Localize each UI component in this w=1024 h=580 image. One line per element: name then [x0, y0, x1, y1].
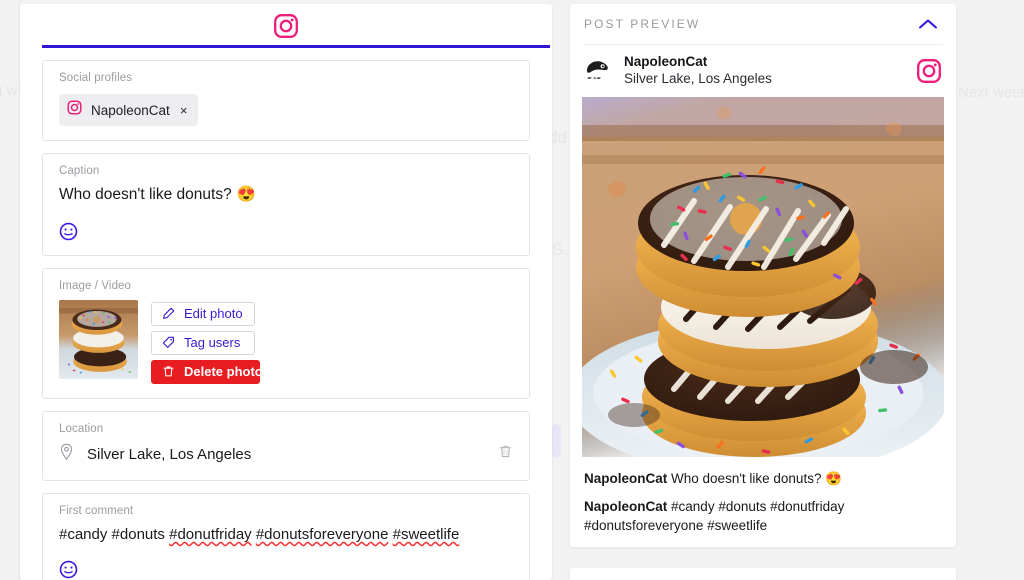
- map-pin-icon: [59, 443, 74, 466]
- social-profiles-field: Social profiles NapoleonCat ×: [42, 60, 530, 141]
- post-preview-panel-secondary: [570, 568, 956, 580]
- location-label: Location: [59, 422, 104, 435]
- edit-photo-label: Edit photo: [184, 306, 243, 322]
- active-tab-underline: [42, 45, 550, 48]
- first-comment-value: #candy #donuts #donutfriday #donutsforev…: [59, 525, 513, 545]
- heart-eyes-emoji: 😍: [236, 186, 257, 203]
- tag-users-label: Tag users: [184, 335, 241, 351]
- preview-caption-text: Who doesn't like donuts? 😍: [671, 470, 843, 486]
- instagram-icon: [67, 100, 82, 120]
- background-text-mid-2: S.: [552, 240, 569, 259]
- location-value: Silver Lake, Los Angeles: [87, 445, 252, 463]
- chevron-up-icon[interactable]: [914, 16, 942, 32]
- hashtag-token: #donutsforeveryone: [255, 525, 389, 543]
- first-comment-label: First comment: [59, 504, 134, 517]
- media-field: Image / Video Edit photo Tag users Delet…: [42, 267, 530, 399]
- caption-value-row[interactable]: Who doesn't like donuts? 😍: [59, 185, 513, 206]
- hashtag-token: #candy: [59, 525, 108, 543]
- emoji-picker-icon[interactable]: [59, 222, 78, 241]
- media-label: Image / Video: [59, 279, 132, 292]
- app-root: g w dd S. Next weeks Social profiles: [0, 0, 1024, 580]
- post-preview-title: POST PREVIEW: [584, 17, 701, 31]
- edit-photo-button[interactable]: Edit photo: [151, 301, 255, 326]
- background-text-right: Next weeks: [958, 84, 1024, 101]
- preview-post-image[interactable]: [582, 96, 944, 457]
- remove-profile-icon[interactable]: ×: [179, 104, 189, 117]
- media-thumbnail[interactable]: [59, 299, 138, 379]
- tag-users-button[interactable]: Tag users: [151, 330, 255, 355]
- preview-post-header: NapoleonCat Silver Lake, Los Angeles: [582, 45, 944, 97]
- preview-comment-line: NapoleonCat #candy #donuts #donutfriday …: [582, 489, 944, 536]
- hashtag-token: #donutfriday: [169, 525, 252, 543]
- social-profile-chip[interactable]: NapoleonCat ×: [59, 94, 199, 126]
- preview-post-meta: NapoleonCat Silver Lake, Los Angeles: [624, 54, 906, 88]
- preview-username: NapoleonCat: [624, 54, 708, 69]
- preview-comment-username: NapoleonCat: [584, 498, 668, 514]
- page-scrollbar-thumb[interactable]: [552, 424, 561, 458]
- hashtag-token: #sweetlife: [392, 525, 460, 543]
- location-row[interactable]: Silver Lake, Los Angeles: [59, 443, 513, 466]
- delete-photo-label: Delete photo: [184, 364, 263, 380]
- napoleoncat-avatar: [584, 56, 614, 86]
- caption-text: Who doesn't like donuts?: [59, 186, 232, 203]
- preview-caption-line: NapoleonCat Who doesn't like donuts? 😍: [582, 457, 944, 489]
- trash-icon[interactable]: [498, 444, 513, 464]
- delete-photo-button[interactable]: Delete photo: [151, 359, 263, 384]
- trash-icon: [162, 365, 175, 378]
- preview-location: Silver Lake, Los Angeles: [624, 70, 772, 86]
- location-field: Location Silver Lake, Los Angeles: [42, 410, 530, 481]
- hashtag-token: #donuts: [111, 525, 165, 543]
- caption-label: Caption: [59, 165, 100, 177]
- pencil-icon: [162, 307, 175, 320]
- social-profile-name: NapoleonCat: [91, 102, 170, 118]
- preview-caption-username: NapoleonCat: [584, 470, 668, 486]
- first-comment-field[interactable]: First comment #candy #donuts #donutfrida…: [42, 492, 530, 580]
- post-preview-header: POST PREVIEW: [582, 4, 944, 44]
- tag-icon: [162, 336, 175, 349]
- emoji-picker-icon[interactable]: [59, 560, 78, 579]
- background-text-left: g w: [0, 82, 18, 99]
- post-editor-panel: Social profiles NapoleonCat × Caption Wh…: [20, 4, 552, 580]
- social-profiles-label: Social profiles: [59, 72, 133, 84]
- caption-field[interactable]: Caption Who doesn't like donuts? 😍: [42, 153, 530, 256]
- instagram-icon: [916, 58, 942, 84]
- instagram-icon[interactable]: [273, 13, 299, 39]
- media-action-buttons: Edit photo Tag users Delete photo: [151, 300, 263, 384]
- network-tab-bar: [20, 4, 552, 48]
- post-preview-panel: POST PREVIEW NapoleonCat Silver Lake, Lo…: [570, 4, 956, 548]
- media-row: Edit photo Tag users Delete photo: [59, 299, 513, 384]
